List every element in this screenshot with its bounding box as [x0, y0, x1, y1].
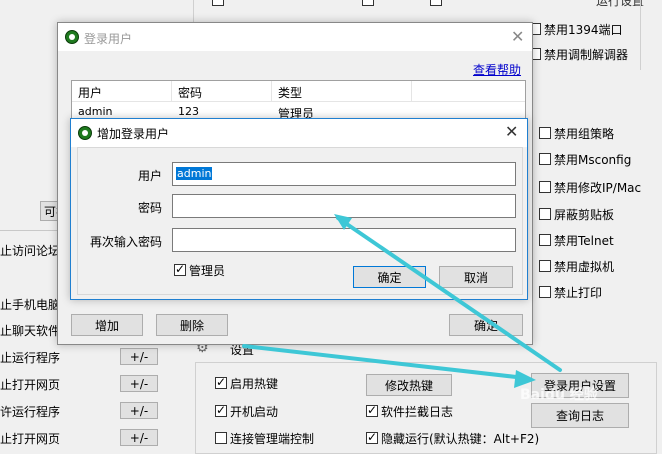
arrow-to-login-settings — [334, 214, 562, 372]
arrow-to-login-button — [242, 344, 536, 388]
watermark: Baidu 经验 — [520, 387, 598, 403]
annotation-arrows — [242, 214, 562, 388]
